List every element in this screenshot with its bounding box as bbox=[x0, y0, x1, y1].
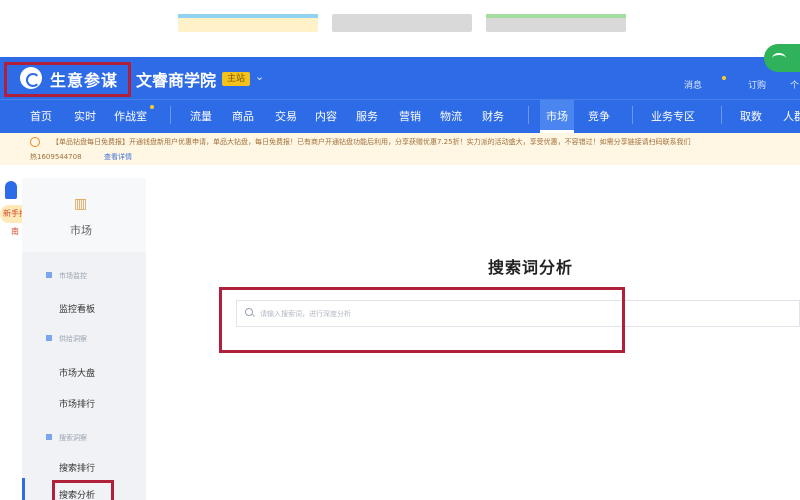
nav-divider bbox=[721, 106, 722, 124]
nav-new-dot-icon bbox=[150, 105, 154, 109]
nav-item-marketing[interactable]: 营销 bbox=[399, 108, 421, 124]
sidebar-item-monitor-board[interactable]: 监控看板 bbox=[59, 302, 95, 315]
notice-text: 【单品钻盘每日免费报】开通钱盘新用户优惠申请，单品大钻盘，每日免费报！已有商户开… bbox=[52, 138, 691, 146]
top-tile-2[interactable] bbox=[332, 14, 472, 32]
nav-item-trade[interactable]: 交易 bbox=[275, 108, 297, 124]
brand-highlight-box bbox=[4, 62, 131, 97]
nav-item-service[interactable]: 服务 bbox=[356, 108, 378, 124]
order-link[interactable]: 订购 bbox=[748, 78, 766, 91]
top-tile-1[interactable] bbox=[178, 14, 318, 32]
notice-detail-link[interactable]: 查看详情 bbox=[104, 152, 132, 162]
message-dot-icon bbox=[722, 76, 726, 80]
wifi-icon[interactable] bbox=[764, 44, 800, 72]
nav-item-realtime[interactable]: 实时 bbox=[74, 108, 96, 124]
sidebar-group-label: 市场监控 bbox=[59, 272, 87, 280]
page-title: 搜索词分析 bbox=[488, 258, 574, 277]
nav-item-market[interactable]: 市场 bbox=[546, 108, 568, 124]
shop-badge: 主站 bbox=[222, 72, 250, 86]
nav-item-crowd[interactable]: 人群 bbox=[783, 108, 800, 124]
sidebar-group-label: 搜索洞察 bbox=[59, 434, 87, 442]
notice-contact: 热1609544708 bbox=[30, 153, 82, 161]
group-icon bbox=[46, 272, 52, 278]
top-tile-3[interactable] bbox=[486, 14, 626, 32]
shop-name[interactable]: 文睿商学院 bbox=[136, 67, 216, 91]
nav-item-competition[interactable]: 竞争 bbox=[588, 108, 610, 124]
sidebar-item-market-overview[interactable]: 市场大盘 bbox=[59, 366, 95, 379]
nav-item-traffic[interactable]: 流量 bbox=[190, 108, 212, 124]
nav-item-product[interactable]: 商品 bbox=[232, 108, 254, 124]
market-icon: ▥ bbox=[74, 196, 88, 212]
sidebar-active-indicator bbox=[22, 478, 25, 500]
sidebar-item-market-ranking[interactable]: 市场排行 bbox=[59, 397, 95, 410]
sidebar-group-label: 供给洞察 bbox=[59, 335, 87, 343]
nav-item-warroom[interactable]: 作战室 bbox=[114, 108, 147, 124]
more-link[interactable]: 个 bbox=[790, 78, 799, 91]
nav-divider bbox=[632, 106, 633, 124]
sidebar-header bbox=[22, 178, 146, 252]
sidebar-title: 市场 bbox=[70, 224, 92, 237]
nav-item-business-zone[interactable]: 业务专区 bbox=[651, 108, 695, 124]
search-highlight-box bbox=[219, 287, 625, 353]
group-icon bbox=[46, 335, 52, 341]
nav-item-data-fetch[interactable]: 取数 bbox=[740, 108, 762, 124]
nav-item-home[interactable]: 首页 bbox=[30, 108, 52, 124]
chevron-down-icon[interactable]: ⌄ bbox=[255, 70, 264, 83]
message-link[interactable]: 消息 bbox=[684, 78, 702, 91]
group-icon bbox=[46, 434, 52, 440]
nav-item-logistics[interactable]: 物流 bbox=[440, 108, 462, 124]
nav-divider bbox=[528, 106, 529, 124]
nav-item-content[interactable]: 内容 bbox=[315, 108, 337, 124]
sidebar-highlight-box bbox=[52, 480, 114, 500]
info-icon bbox=[30, 137, 40, 147]
nav-item-finance[interactable]: 财务 bbox=[482, 108, 504, 124]
rocket-icon[interactable] bbox=[5, 181, 17, 199]
nav-divider bbox=[170, 106, 171, 124]
app-root: 生意参谋 文睿商学院 主站 ⌄ 消息 订购 个 首页 实时 作战室 流量 商品 … bbox=[0, 0, 800, 500]
sidebar-item-search-ranking[interactable]: 搜索排行 bbox=[59, 461, 95, 474]
